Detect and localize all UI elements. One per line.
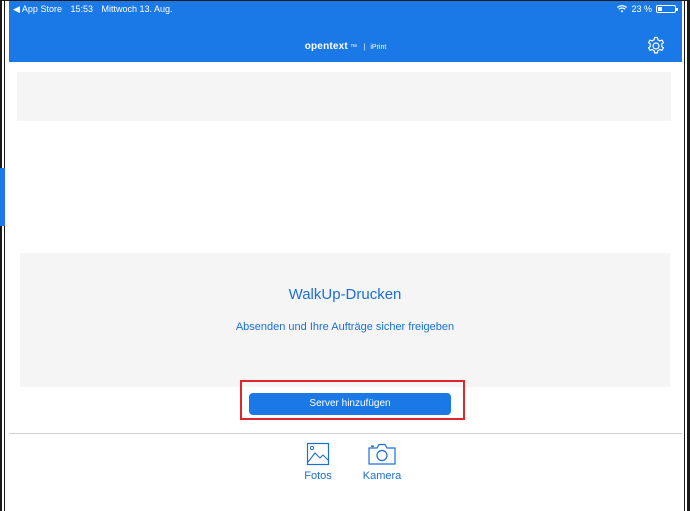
brand-trademark: ™ — [349, 44, 357, 51]
tab-fotos-label: Fotos — [304, 470, 332, 482]
photo-icon — [306, 442, 330, 466]
tabbar-divider — [9, 433, 682, 434]
app-header: ◀ App Store 15:53 Mittwoch 13. Aug. 23 %… — [9, 1, 682, 62]
status-bar: ◀ App Store 15:53 Mittwoch 13. Aug. 23 % — [9, 1, 682, 17]
tab-kamera[interactable]: Kamera — [357, 442, 407, 482]
battery-icon — [656, 5, 678, 13]
status-left: ◀ App Store 15:53 Mittwoch 13. Aug. — [13, 1, 179, 17]
walkup-title: WalkUp-Drucken — [288, 286, 402, 303]
wifi-icon — [617, 5, 628, 13]
printer-list-panel — [17, 72, 671, 121]
walkup-subtitle: Absenden und Ihre Aufträge sicher freige… — [235, 321, 455, 333]
frame-left-accent — [0, 168, 5, 226]
status-right: 23 % — [617, 1, 678, 17]
add-server-button[interactable]: Server hinzufügen — [249, 393, 451, 415]
status-date: Mittwoch 13. Aug. — [101, 4, 173, 14]
status-time: 15:53 — [70, 4, 93, 14]
brand-app-name: iPrint — [370, 44, 387, 51]
app-brand: opentext ™ | iPrint — [9, 41, 682, 54]
tab-fotos[interactable]: Fotos — [293, 442, 343, 482]
tab-kamera-label: Kamera — [362, 470, 402, 482]
frame-left-border — [0, 0, 2, 511]
frame-right-inner-border — [684, 0, 685, 511]
battery-percent: 23 % — [631, 4, 652, 14]
ipad-screen: ◀ App Store 15:53 Mittwoch 13. Aug. 23 %… — [9, 1, 682, 511]
brand-name: opentext — [304, 41, 348, 52]
camera-icon — [368, 443, 396, 465]
settings-button[interactable] — [645, 35, 667, 57]
battery-fill — [658, 7, 662, 11]
back-to-app-store-link[interactable]: ◀ App Store — [13, 4, 62, 14]
walkup-panel: WalkUp-Drucken Absenden und Ihre Aufträg… — [20, 253, 670, 387]
gear-icon — [647, 36, 665, 54]
brand-separator: | — [363, 44, 366, 51]
frame-left-inner-border — [4, 0, 5, 511]
